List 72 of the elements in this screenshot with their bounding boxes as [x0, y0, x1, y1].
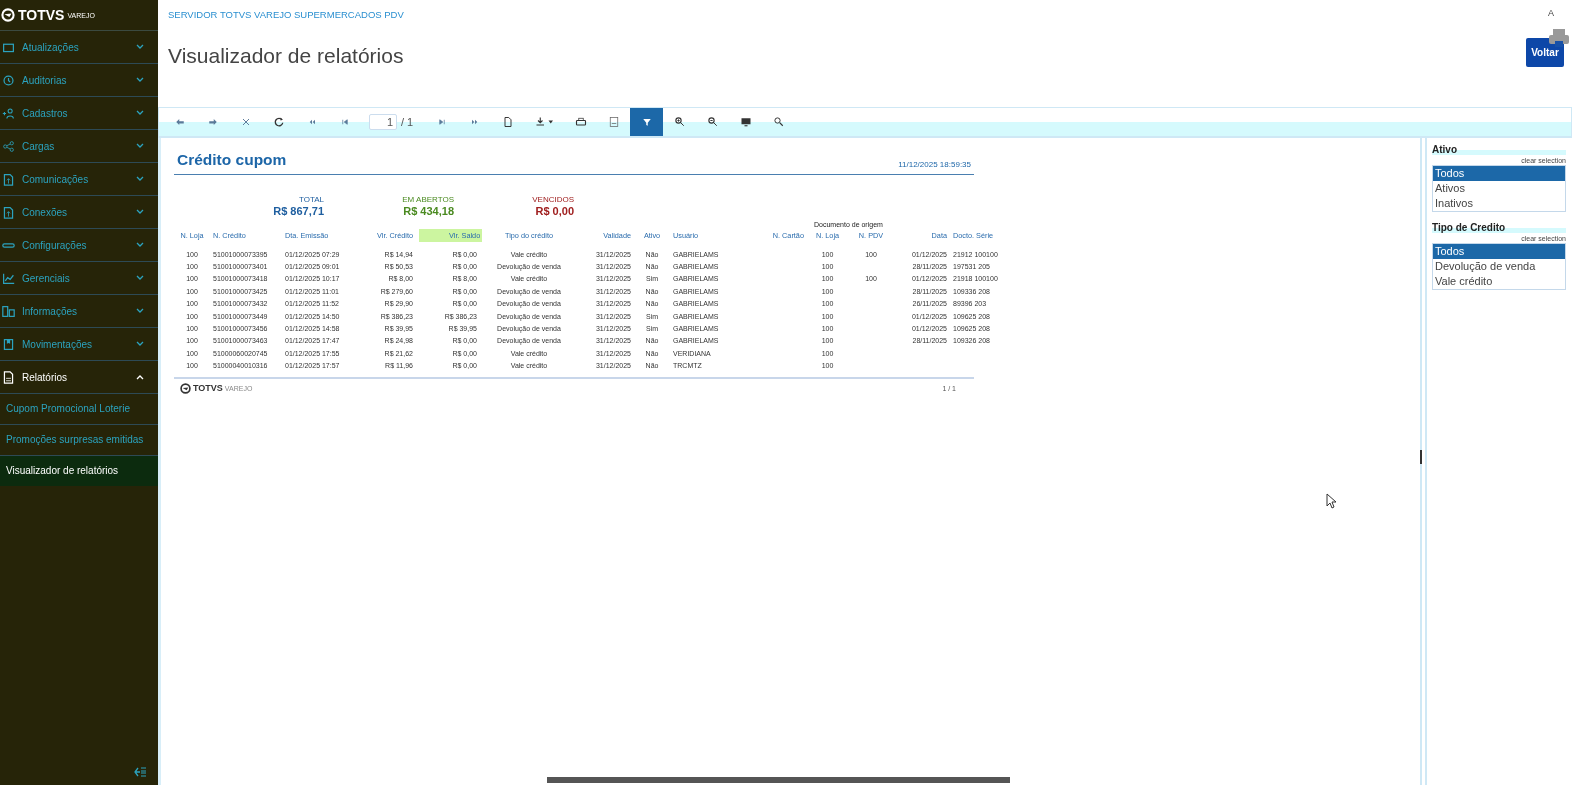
monitor-icon — [739, 116, 752, 128]
menu-icon — [2, 271, 15, 285]
filter-list[interactable]: Todos Ativos Inativos — [1432, 165, 1566, 212]
menu-icon — [2, 370, 15, 384]
menu-item[interactable]: Cargas — [0, 130, 158, 163]
menu-icon — [2, 205, 15, 219]
menu-item[interactable]: Informações — [0, 295, 158, 328]
summary-label: EM ABERTOS — [402, 195, 454, 204]
chevron-down-icon — [136, 341, 144, 347]
menu-item[interactable]: Conexões — [0, 196, 158, 229]
submenu-item[interactable]: Visualizador de relatórios — [0, 456, 158, 486]
filter-title: Ativo — [1432, 144, 1566, 155]
menu-item[interactable]: Relatórios — [0, 361, 158, 394]
splitter-handle[interactable] — [1420, 450, 1422, 464]
search-icon — [772, 116, 785, 128]
chevron-down-icon — [136, 110, 144, 116]
menu-icon — [2, 337, 15, 351]
filter-option[interactable]: Todos — [1433, 244, 1565, 259]
menu-icon — [2, 172, 15, 186]
refresh-icon — [272, 116, 285, 128]
menu-item[interactable]: Comunicações — [0, 163, 158, 196]
menu-icon — [2, 73, 15, 87]
filter-button[interactable] — [630, 108, 664, 136]
user-initial[interactable]: A — [1548, 8, 1554, 18]
chevron-down-icon — [136, 242, 144, 248]
summary-value: R$ 867,71 — [273, 205, 324, 217]
logo-icon — [1, 8, 15, 22]
print-icon — [574, 116, 587, 128]
chevron-down-icon — [136, 308, 144, 314]
collapse-icon[interactable] — [134, 767, 146, 777]
page-title: Visualizador de relatórios — [168, 44, 405, 68]
menu-item[interactable]: Movimentações — [0, 328, 158, 361]
filter-option[interactable]: Inativos — [1433, 196, 1565, 211]
server-name: SERVIDOR TOTVS VAREJO SUPERMERCADOS PDV — [168, 9, 405, 20]
chevron-down-icon — [136, 143, 144, 149]
document-icon — [501, 116, 514, 128]
submenu-item[interactable]: Cupom Promocional Loterie — [0, 394, 158, 425]
page-input[interactable]: 1 — [369, 114, 397, 130]
menu-icon — [2, 106, 15, 120]
logo-icon — [180, 382, 191, 394]
report-timestamp: 11/12/2025 18:59:35 — [898, 160, 971, 169]
zoom-out-icon — [706, 116, 719, 128]
report-title: Crédito cupom — [177, 151, 287, 169]
cursor-icon — [1326, 493, 1338, 509]
summary-label: TOTAL — [298, 195, 324, 204]
summary-value: R$ 434,18 — [403, 205, 454, 217]
logo-text: TOTVS — [18, 7, 65, 23]
filter-title: Tipo de Credito — [1432, 222, 1566, 233]
menu-icon — [2, 139, 15, 153]
summary-value: R$ 0,00 — [535, 205, 574, 217]
chevron-down-icon — [136, 275, 144, 281]
zoom-in-icon — [673, 116, 686, 128]
footer-logo: TOTVS — [193, 383, 223, 394]
filter-option[interactable]: Todos — [1433, 166, 1565, 181]
filter-list[interactable]: Todos Devolução de venda Vale crédito — [1432, 243, 1566, 290]
chevron-up-icon — [136, 374, 144, 380]
scrollbar[interactable] — [547, 777, 1010, 783]
menu-item[interactable]: Configurações — [0, 229, 158, 262]
save-icon — [607, 116, 620, 128]
download-icon — [534, 116, 555, 128]
summary-label: VENCIDOS — [532, 195, 574, 204]
menu-item[interactable]: Gerenciais — [0, 262, 158, 295]
filter-option[interactable]: Ativos — [1433, 181, 1565, 196]
chevron-down-icon — [136, 77, 144, 83]
menu-icon — [2, 304, 15, 318]
page-total: / 1 — [401, 116, 414, 128]
filter-option[interactable]: Vale crédito — [1433, 274, 1565, 289]
chevron-down-icon — [136, 44, 144, 50]
chevron-down-icon — [136, 176, 144, 182]
filter-option[interactable]: Devolução de venda — [1433, 259, 1565, 274]
chevron-down-icon — [136, 209, 144, 215]
printer-icon — [1548, 28, 1570, 48]
